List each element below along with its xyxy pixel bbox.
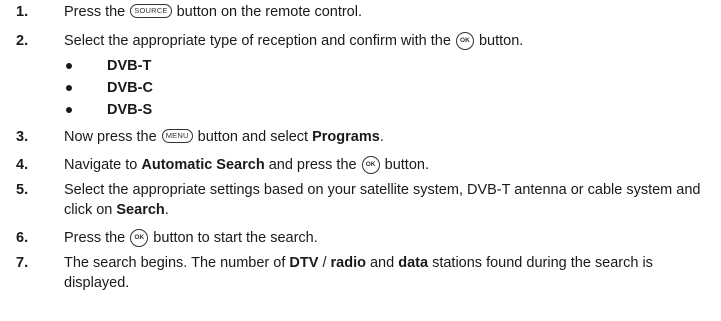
ok-button-icon: OK bbox=[130, 229, 149, 247]
step-text: Now press the MENU button and select Pro… bbox=[64, 129, 384, 145]
step-number: 1. bbox=[16, 4, 29, 20]
step-number: 7. bbox=[16, 255, 29, 271]
instruction-list: 1. Press the SOURCE button on the remote… bbox=[0, 0, 721, 321]
step-number: 5. bbox=[16, 182, 29, 198]
step-text: Press the OK button to start the search. bbox=[64, 229, 318, 247]
step-number: 6. bbox=[16, 230, 29, 246]
step-text: Press the SOURCE button on the remote co… bbox=[64, 4, 362, 20]
step-number: 3. bbox=[16, 129, 29, 145]
step-text: Select the appropriate settings based on… bbox=[64, 182, 701, 218]
ok-button-icon: OK bbox=[455, 32, 474, 50]
step-number: 4. bbox=[16, 157, 29, 173]
step-number: 2. bbox=[16, 33, 29, 49]
source-button-icon: SOURCE bbox=[130, 4, 172, 18]
ok-button-icon: OK bbox=[361, 156, 380, 174]
bullet-icon bbox=[66, 63, 72, 69]
bullet-icon bbox=[66, 107, 72, 113]
menu-button-icon: MENU bbox=[161, 129, 193, 143]
step-text: The search begins. The number of DTV / r… bbox=[64, 255, 653, 291]
step-text: Navigate to Automatic Search and press t… bbox=[64, 156, 429, 174]
bullet-icon bbox=[66, 85, 72, 91]
step-text: Select the appropriate type of reception… bbox=[64, 32, 524, 50]
